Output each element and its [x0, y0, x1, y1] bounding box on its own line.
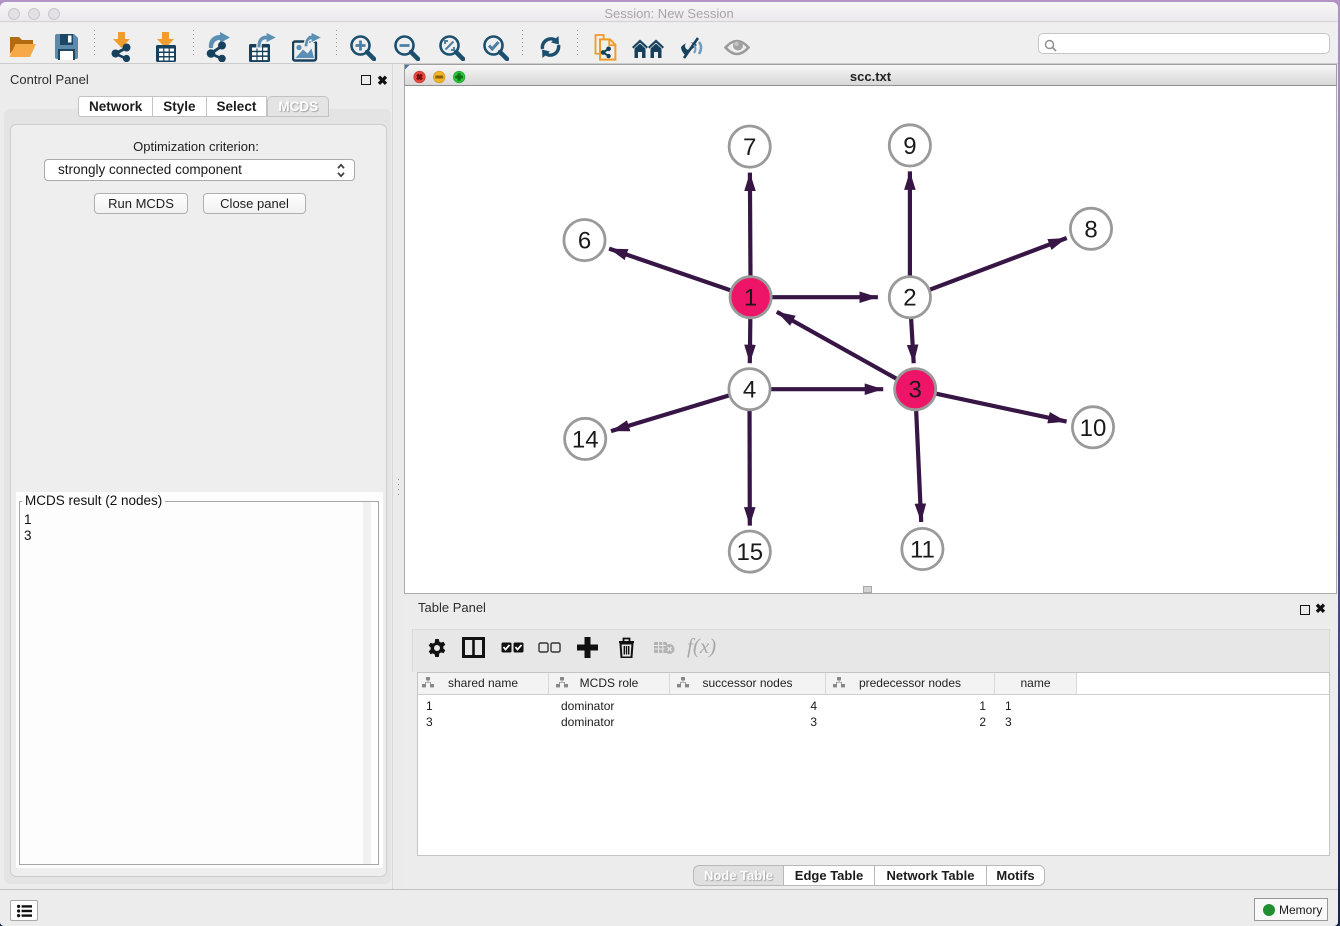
svg-text:7: 7 — [743, 134, 756, 161]
svg-text:8: 8 — [1084, 216, 1097, 243]
svg-text:15: 15 — [736, 539, 763, 566]
svg-text:10: 10 — [1080, 415, 1107, 442]
svg-text:4: 4 — [743, 377, 756, 404]
svg-text:11: 11 — [910, 537, 935, 564]
svg-text:14: 14 — [572, 426, 599, 453]
svg-text:1: 1 — [744, 285, 757, 312]
svg-text:6: 6 — [578, 228, 591, 255]
svg-text:2: 2 — [903, 285, 916, 312]
svg-text:3: 3 — [909, 377, 922, 404]
svg-text:9: 9 — [903, 133, 916, 160]
